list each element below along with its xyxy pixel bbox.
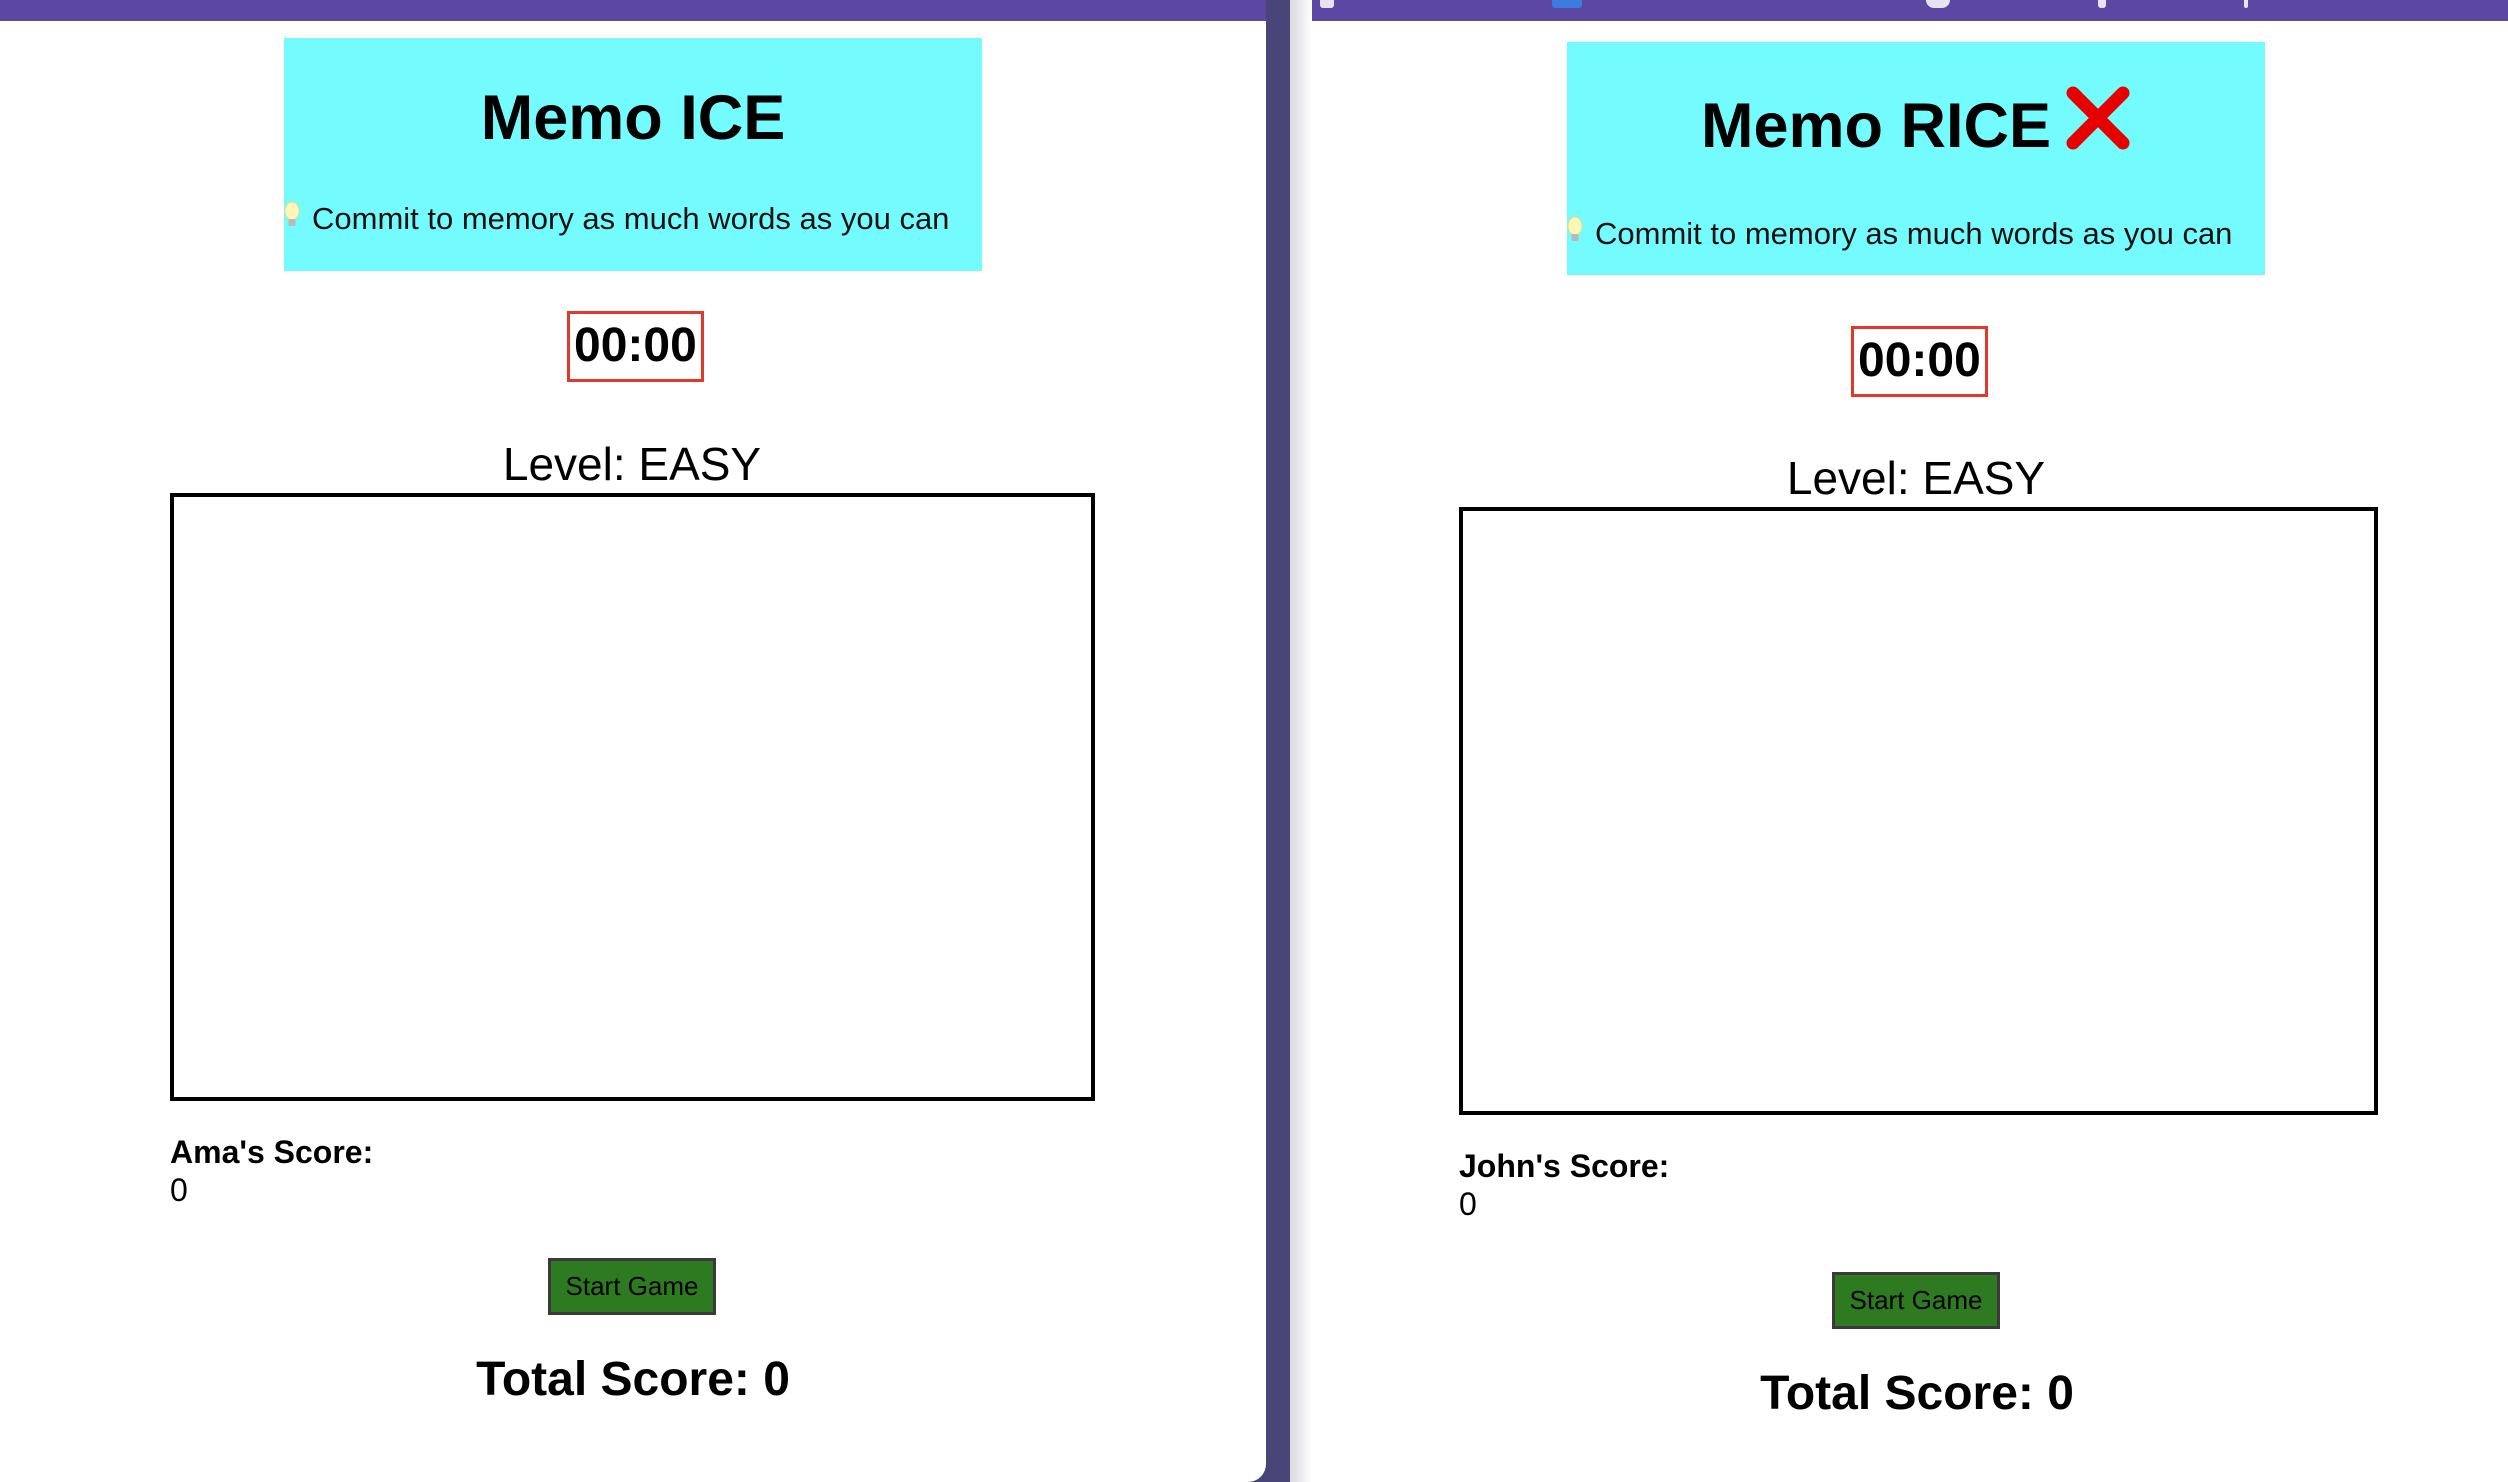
right-timer: 00:00 <box>1851 326 1988 397</box>
left-window-topbar <box>0 0 1266 21</box>
left-level-label: Level: EASY <box>502 438 762 490</box>
left-subtitle: Commit to memory as much words as you ca… <box>284 201 949 237</box>
right-subtitle: Commit to memory as much words as you ca… <box>1567 216 2232 252</box>
window-shadow <box>1290 0 1312 1482</box>
lightbulb-icon <box>1567 216 1583 252</box>
left-total-score: Total Score: 0 <box>476 1353 790 1406</box>
tab-favicon <box>2244 0 2248 8</box>
left-player-score-value: 0 <box>170 1172 188 1208</box>
tab-favicon <box>2098 0 2106 8</box>
right-total-score: Total Score: 0 <box>1760 1367 2074 1420</box>
right-app-title-row: Memo RICE <box>1567 86 2265 166</box>
desktop: Memo ICE Commit to memory as much words … <box>0 0 2508 1482</box>
right-level-label: Level: EASY <box>1786 452 2046 504</box>
left-app-title: Memo ICE <box>480 83 786 153</box>
right-game-area[interactable] <box>1459 507 2378 1115</box>
tab-favicon <box>1552 0 1582 8</box>
right-subtitle-text: Commit to memory as much words as you ca… <box>1595 216 2233 251</box>
right-start-game-button[interactable]: Start Game <box>1832 1272 2000 1329</box>
left-browser-window: Memo ICE Commit to memory as much words … <box>0 0 1266 1482</box>
right-window-topbar <box>1290 0 2508 21</box>
tab-favicon <box>1320 0 1334 8</box>
tab-favicon <box>1926 0 1950 8</box>
right-player-score-label: John's Score: <box>1459 1148 1670 1184</box>
left-start-game-button[interactable]: Start Game <box>548 1258 716 1315</box>
left-player-score-label: Ama's Score: <box>170 1134 374 1170</box>
lightbulb-icon <box>284 201 300 237</box>
left-subtitle-text: Commit to memory as much words as you ca… <box>312 201 950 236</box>
left-header-banner: Memo ICE Commit to memory as much words … <box>284 38 982 271</box>
red-cross-mark-icon <box>2065 85 2131 166</box>
right-player-score-value: 0 <box>1459 1186 1477 1222</box>
left-game-area[interactable] <box>170 493 1095 1101</box>
left-timer: 00:00 <box>567 311 704 382</box>
right-browser-window: Memo RICE Commit to memory as much words… <box>1290 0 2508 1482</box>
right-header-banner: Memo RICE Commit to memory as much words… <box>1567 42 2265 275</box>
right-app-title: Memo RICE <box>1700 91 2052 161</box>
